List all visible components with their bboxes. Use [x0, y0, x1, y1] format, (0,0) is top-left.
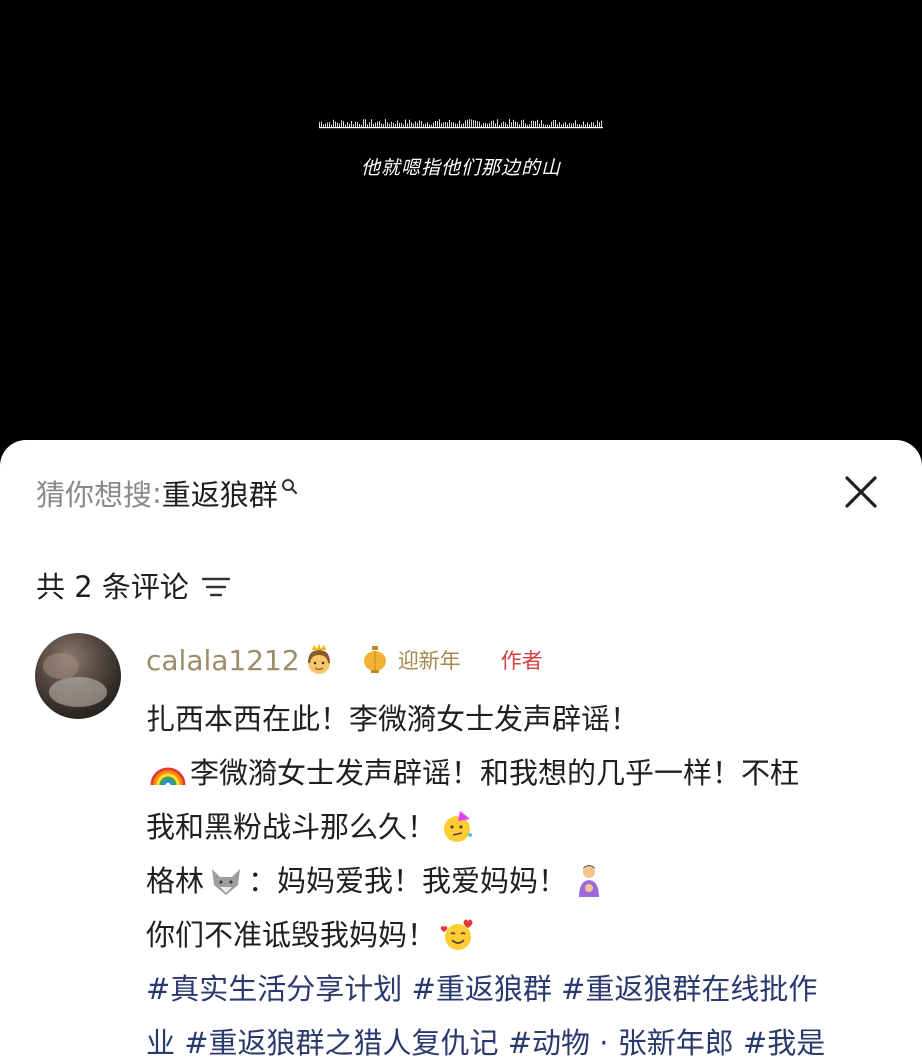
suggestion-label: 猜你想搜 [36, 478, 153, 512]
rainbow-icon [150, 767, 186, 786]
comment-line-text: 你们不准诋毁我妈妈！ [146, 918, 437, 952]
party-face-icon [444, 811, 473, 842]
sort-icon[interactable] [201, 574, 231, 600]
comment-line-text: 格林 [146, 864, 205, 898]
comment-count: 共 2 条评论 [36, 570, 189, 604]
comment-line: 李微漪女士发声辟谣！和我想的几乎一样！不枉 [146, 746, 886, 800]
hashtag-line[interactable]: 业 #重返狼群之猎人复仇记 #动物 · 张新年郎 #我是 [146, 1016, 886, 1060]
hashtag-text[interactable]: 业 #重返狼群之猎人复仇记 #动物 · 张新年郎 #我是 [146, 1016, 825, 1060]
hashtag-text[interactable]: #真实生活分享计划 #重返狼群 #重返狼群在线批作 [146, 962, 817, 1016]
comment-text: 扎西本西在此！李微漪女士发声辟谣！ 李微漪女士发声辟谣！和我想的几乎一样！不枉 … [146, 692, 886, 1060]
audio-waveform [319, 119, 603, 129]
close-icon[interactable] [843, 474, 879, 510]
comment-line-text: 扎西本西在此！李微漪女士发声辟谣！ [146, 702, 640, 736]
smiling-hearts-icon [440, 919, 473, 950]
username[interactable]: calala1212 [146, 644, 300, 677]
video-subtitle: 他就嗯指他们那边的山 [360, 157, 561, 179]
suggestion-term[interactable]: 重返狼群 [162, 472, 278, 514]
comment-line-text: ：妈妈爱我！我爱妈妈！ [248, 864, 568, 898]
comment-count-row: 共 2 条评论 [36, 564, 231, 606]
festival-badge: 迎新年 [362, 645, 461, 675]
comment-line-text: 我和黑粉战斗那么久！ [146, 810, 437, 844]
search-suggestion[interactable]: 猜你想搜 : 重返狼群 [36, 472, 301, 514]
suggestion-separator: : [152, 476, 162, 510]
comment-line: 格林 ：妈妈爱我！我爱妈妈！ [146, 854, 886, 908]
comment-sheet: 猜你想搜 : 重返狼群 共 2 条评论 calala1212 迎新年 作者 扎西… [0, 440, 922, 1060]
comment-header: calala1212 迎新年 作者 [146, 640, 543, 680]
avatar[interactable] [35, 633, 121, 719]
badge-label: 迎新年 [397, 649, 461, 673]
comment-line: 我和黑粉战斗那么久！ [146, 800, 886, 854]
comment-line-text: 李微漪女士发声辟谣！和我想的几乎一样！不枉 [190, 756, 800, 790]
comment-line: 扎西本西在此！李微漪女士发声辟谣！ [146, 692, 886, 746]
hashtag-line[interactable]: #真实生活分享计划 #重返狼群 #重返狼群在线批作 [146, 962, 886, 1016]
search-icon [281, 479, 297, 495]
wolf-icon [212, 869, 241, 895]
lantern-icon [363, 646, 386, 673]
mother-baby-icon [579, 865, 600, 897]
princess-emoji-icon [307, 644, 330, 674]
comment-line: 你们不准诋毁我妈妈！ [146, 908, 886, 962]
video-player[interactable]: 他就嗯指他们那边的山 [0, 0, 922, 460]
author-tag: 作者 [500, 649, 543, 673]
